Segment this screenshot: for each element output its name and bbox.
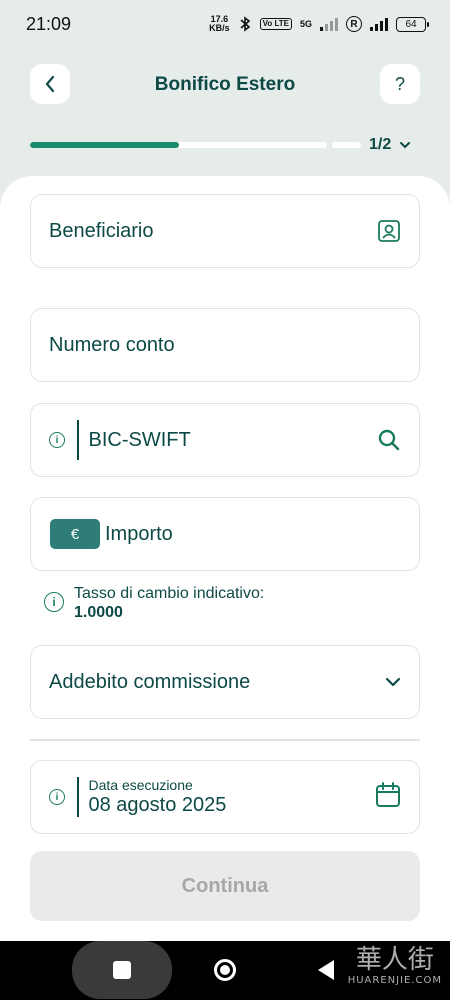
battery-icon: 64 — [396, 16, 429, 32]
data-esecuzione-value: 08 agosto 2025 — [88, 794, 227, 817]
data-esecuzione-field[interactable]: i Data esecuzione 08 agosto 2025 — [30, 760, 420, 834]
home-icon — [220, 965, 230, 975]
progress-track — [30, 142, 327, 148]
progress-track-next — [332, 142, 361, 148]
contact-book-icon[interactable] — [377, 219, 401, 243]
step-selector[interactable]: 1/2 — [369, 136, 411, 154]
home-button[interactable] — [214, 959, 236, 981]
exchange-rate-value: 1.0000 — [74, 604, 123, 621]
importo-field[interactable]: € Importo — [30, 497, 420, 571]
field-divider — [77, 420, 79, 460]
data-esecuzione-label: Data esecuzione — [88, 776, 193, 793]
watermark-cjk: 華人街 — [355, 945, 434, 975]
watermark-latin: HUARENJIE.COM — [347, 975, 442, 986]
network-speed: 17.6 KB/s — [209, 15, 230, 33]
section-divider — [30, 739, 420, 741]
continue-button[interactable]: Continua — [30, 851, 420, 921]
progress-indicator: 1/2 — [30, 134, 420, 156]
signal-icon-1 — [320, 17, 338, 31]
status-bar: 21:09 17.6 KB/s Vo LTE 5G R 64 — [0, 0, 450, 48]
square-icon — [113, 961, 131, 979]
system-nav-bar: 華人街 HUARENJIE.COM — [0, 941, 450, 1000]
exchange-rate-info: i Tasso di cambio indicativo: 1.0000 — [44, 584, 264, 622]
search-icon[interactable] — [377, 428, 401, 452]
speed-unit: KB/s — [209, 23, 230, 33]
addebito-commissione-select[interactable]: Addebito commissione — [30, 645, 420, 719]
status-time: 21:09 — [26, 13, 72, 34]
status-icons: 17.6 KB/s Vo LTE 5G R 64 — [209, 15, 429, 33]
addebito-label: Addebito commissione — [49, 670, 251, 693]
bic-swift-placeholder: BIC-SWIFT — [88, 428, 191, 451]
signal-icon-2 — [370, 17, 388, 31]
help-button[interactable]: ? — [380, 64, 420, 104]
network-type: 5G — [299, 19, 312, 29]
progress-fill — [30, 142, 179, 148]
beneficiario-label: Beneficiario — [49, 219, 154, 242]
watermark-logo: 華人街 HUARENJIE.COM — [348, 945, 442, 986]
calendar-icon[interactable] — [375, 781, 401, 808]
bic-swift-field[interactable]: i BIC-SWIFT — [30, 403, 420, 477]
info-icon: i — [44, 592, 64, 612]
recents-button[interactable] — [72, 941, 172, 999]
numero-conto-placeholder: Numero conto — [49, 333, 175, 356]
exchange-rate-label: Tasso di cambio indicativo: — [74, 585, 265, 602]
step-label: 1/2 — [369, 136, 392, 153]
volte-icon: Vo LTE — [259, 18, 292, 30]
battery-level: 64 — [405, 18, 417, 30]
form-sheet: Beneficiario Numero conto i BIC-SWIFT € … — [0, 176, 450, 942]
currency-badge[interactable]: € — [50, 519, 100, 549]
registered-icon: R — [346, 16, 362, 32]
info-icon[interactable]: i — [49, 789, 65, 805]
back-triangle-icon[interactable] — [318, 960, 334, 980]
info-icon[interactable]: i — [49, 432, 65, 448]
numero-conto-field[interactable]: Numero conto — [30, 308, 420, 382]
chevron-down-icon — [385, 677, 401, 687]
bluetooth-icon — [240, 16, 250, 32]
importo-placeholder: Importo — [105, 522, 173, 545]
chevron-down-icon — [400, 142, 411, 149]
beneficiario-field[interactable]: Beneficiario — [30, 194, 420, 268]
field-divider — [77, 777, 79, 817]
header: Bonifico Estero ? — [0, 62, 450, 106]
